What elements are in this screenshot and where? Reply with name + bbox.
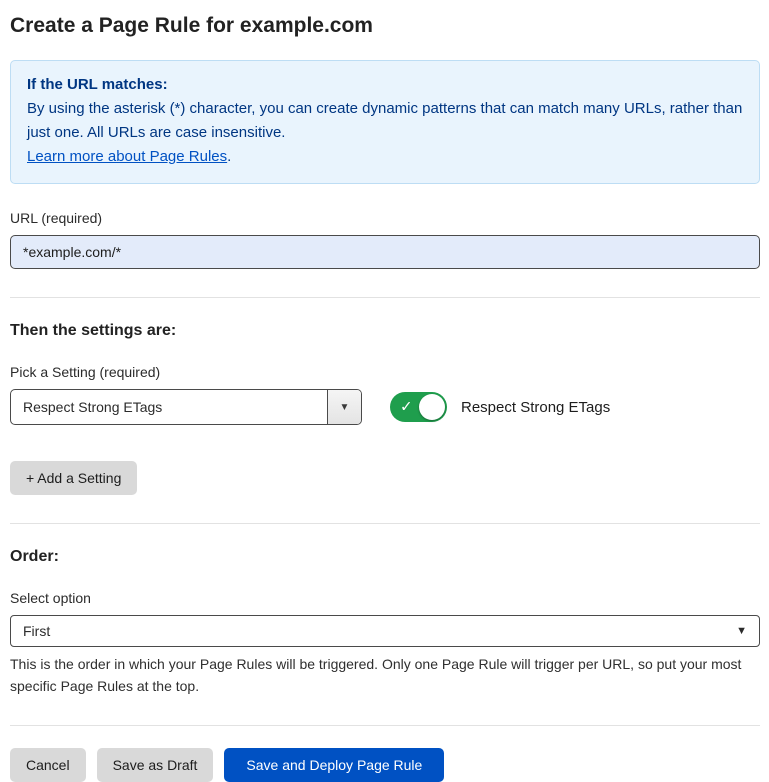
divider [10,523,760,524]
divider [10,725,760,726]
order-select-label: Select option [10,590,760,606]
save-as-draft-button[interactable]: Save as Draft [97,748,214,782]
setting-select-value: Respect Strong ETags [11,390,327,424]
info-box-body: By using the asterisk (*) character, you… [27,97,743,145]
settings-section-heading: Then the settings are: [10,322,760,340]
divider [10,297,760,298]
chevron-down-icon: ▼ [736,625,747,637]
url-label: URL (required) [10,210,760,226]
order-select[interactable]: First ▼ [10,615,760,647]
save-and-deploy-button[interactable]: Save and Deploy Page Rule [224,748,444,782]
create-page-rule-panel: Create a Page Rule for example.com If th… [0,0,769,782]
link-period: . [227,148,231,165]
pick-setting-label: Pick a Setting (required) [10,364,760,380]
order-help-text: This is the order in which your Page Rul… [10,654,760,697]
cancel-button[interactable]: Cancel [10,748,86,782]
order-section-heading: Order: [10,548,760,566]
check-icon: ✓ [400,398,413,416]
add-setting-button[interactable]: + Add a Setting [10,461,137,495]
chevron-down-icon[interactable]: ▼ [327,390,361,424]
order-select-value: First [23,623,50,639]
setting-toggle-group: ✓ Respect Strong ETags [390,392,610,422]
info-box-link-line: Learn more about Page Rules. [27,145,743,169]
toggle-knob [419,394,445,420]
info-box-heading: If the URL matches: [27,73,743,97]
toggle-label: Respect Strong ETags [461,399,610,416]
url-match-info-box: If the URL matches: By using the asteris… [10,60,760,184]
page-title: Create a Page Rule for example.com [10,14,760,38]
learn-more-link[interactable]: Learn more about Page Rules [27,148,227,165]
url-input[interactable] [10,235,760,269]
action-bar: Cancel Save as Draft Save and Deploy Pag… [10,748,760,782]
respect-strong-etags-toggle[interactable]: ✓ [390,392,447,422]
setting-row: Respect Strong ETags ▼ ✓ Respect Strong … [10,389,760,425]
setting-select[interactable]: Respect Strong ETags ▼ [10,389,362,425]
